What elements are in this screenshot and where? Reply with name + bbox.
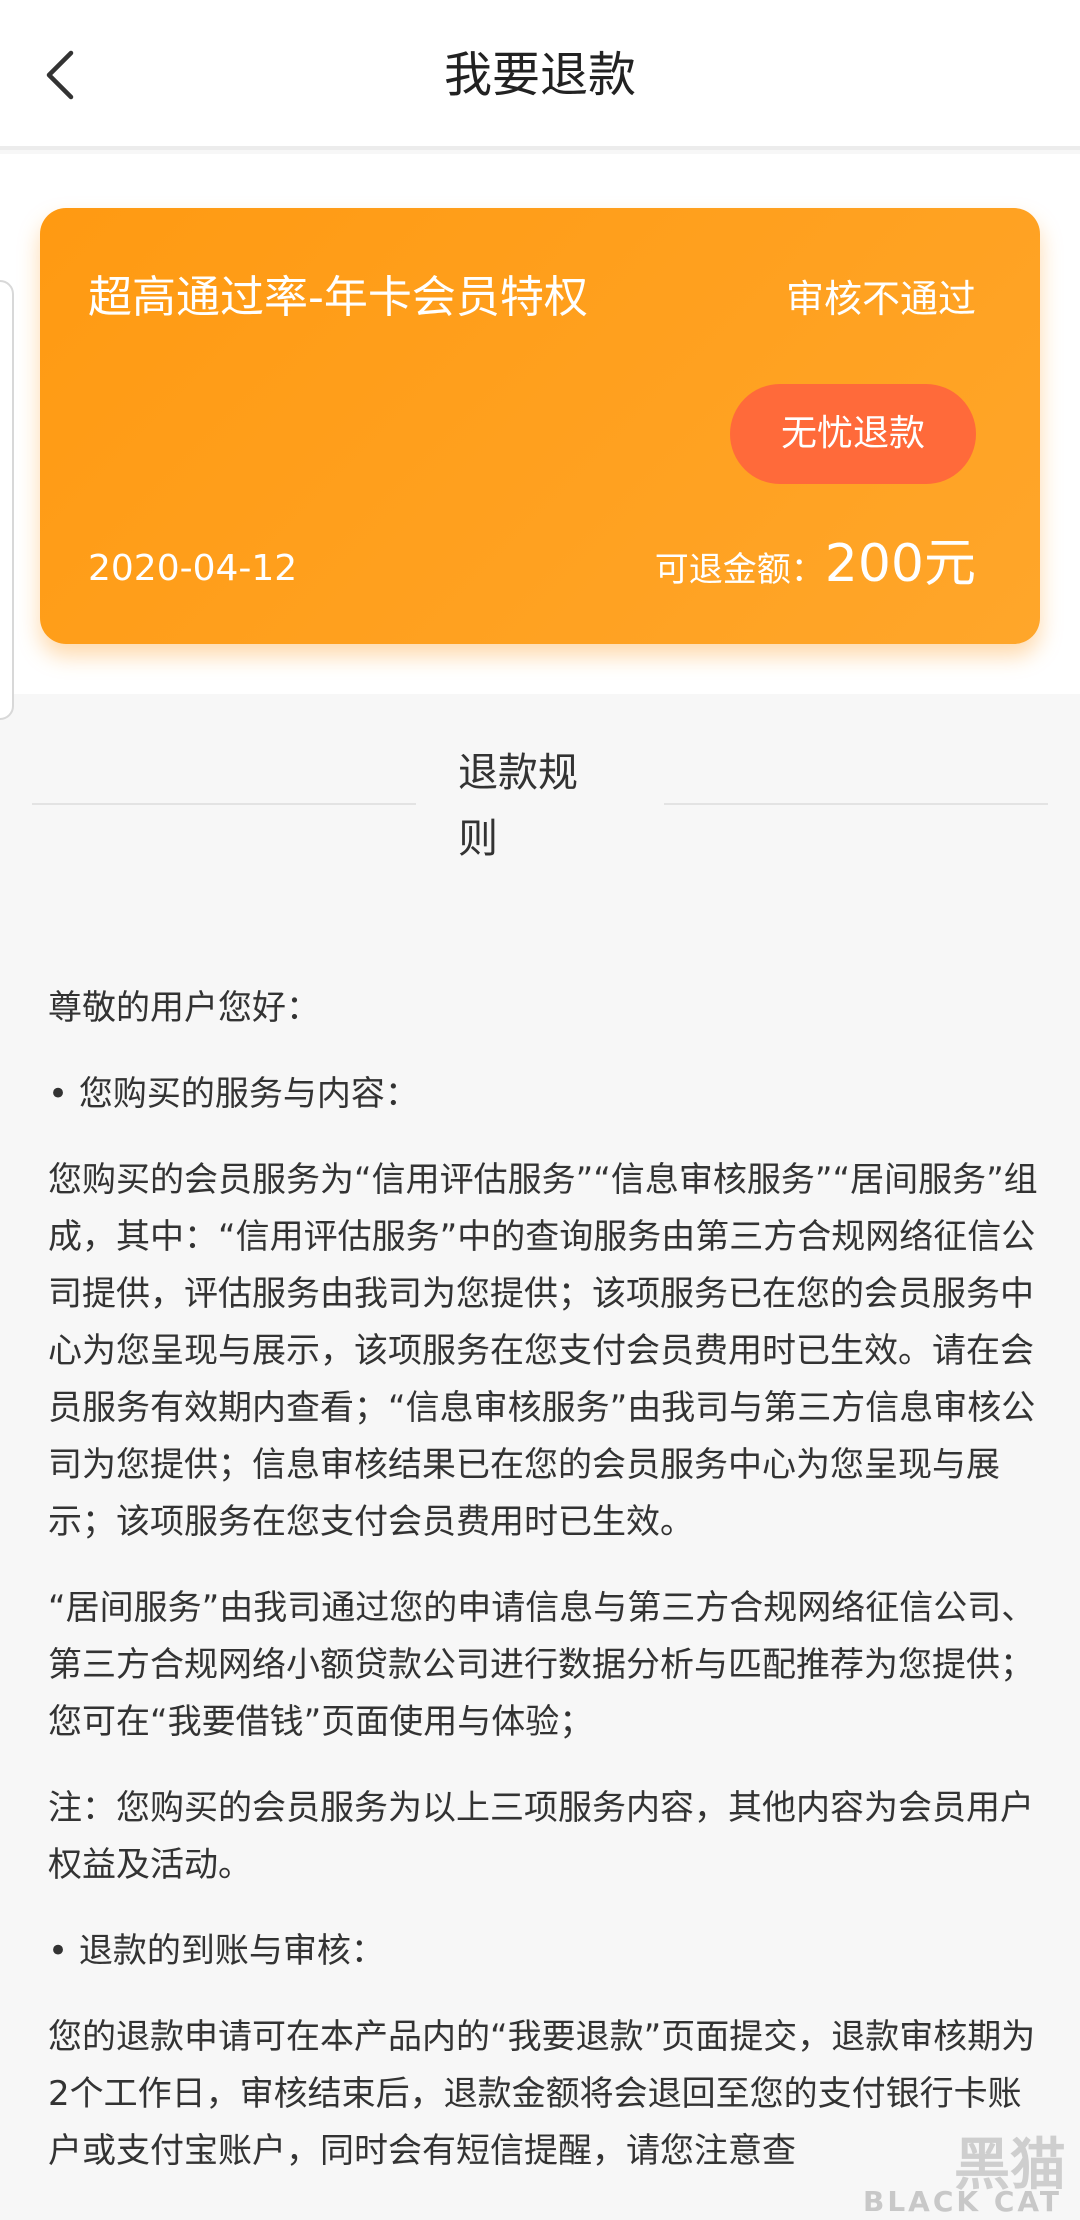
- rules-title: 退款规则: [458, 750, 578, 862]
- membership-card: 超高通过率-年卡会员特权 审核不通过 无忧退款 2020-04-12 可退金额：…: [40, 208, 1040, 644]
- section-heading: • 退款的到账与审核：: [48, 1931, 385, 1971]
- greeting: 尊敬的用户您好：: [48, 988, 320, 1028]
- rules-paragraph: 您购买的会员服务为“信用评估服务”“信息审核服务”“居间服务”组成，其中：“信用…: [48, 1160, 1038, 1542]
- section-heading: • 您购买的服务与内容：: [48, 1074, 419, 1114]
- rules-header: 退款规则: [0, 740, 1080, 870]
- page-title: 我要退款: [443, 47, 636, 103]
- purchase-date: 2020-04-12: [88, 548, 298, 589]
- product-name: 超高通过率-年卡会员特权: [88, 272, 588, 323]
- divider: [32, 803, 416, 805]
- amount-value: 200元: [824, 534, 976, 594]
- amount-label: 可退金额：: [654, 550, 825, 590]
- watermark-text: BLACK CAT: [863, 2185, 1062, 2218]
- nav-bar: 我要退款: [0, 0, 1080, 150]
- review-status: 审核不通过: [785, 277, 976, 321]
- refundable-amount: 可退金额：200元: [655, 534, 976, 606]
- edge-handle: [0, 280, 14, 720]
- rules-paragraph: “居间服务”由我司通过您的申请信息与第三方合规网络征信公司、第三方合规网络小额贷…: [48, 1588, 1036, 1742]
- rules-note: 注：您购买的会员服务为以上三项服务内容，其他内容为会员用户权益及活动。: [48, 1788, 1034, 1885]
- rules-content: 尊敬的用户您好： • 您购买的服务与内容： 您购买的会员服务为“信用评估服务”“…: [48, 980, 1038, 2209]
- refund-button[interactable]: 无忧退款: [730, 384, 976, 484]
- rules-paragraph: 您的退款申请可在本产品内的“我要退款”页面提交，退款审核期为2个工作日，审核结束…: [48, 2017, 1036, 2171]
- divider: [664, 803, 1048, 805]
